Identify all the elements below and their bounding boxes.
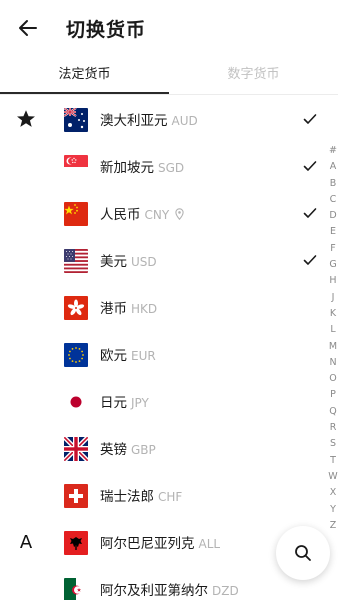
index-letter[interactable]: A bbox=[327, 159, 338, 175]
index-letter[interactable]: J bbox=[327, 290, 338, 306]
currency-row-jpy[interactable]: 日元 JPY bbox=[0, 378, 338, 425]
check-icon bbox=[303, 114, 317, 124]
currency-code: CHF bbox=[158, 490, 183, 504]
uk-flag-icon bbox=[64, 437, 88, 461]
currency-name: 阿尔巴尼亚列克 ALL bbox=[100, 536, 221, 552]
currency-name: 英镑 GBP bbox=[100, 442, 156, 458]
china-flag-icon bbox=[64, 202, 88, 226]
currency-name: 日元 JPY bbox=[100, 395, 149, 411]
index-letter[interactable]: R bbox=[327, 420, 338, 436]
header: 切换货币 bbox=[0, 0, 338, 56]
index-letter[interactable]: # bbox=[327, 143, 338, 159]
currency-code: CNY bbox=[144, 208, 170, 222]
tab-digital-currency[interactable]: 数字货币 bbox=[169, 58, 338, 94]
index-letter[interactable]: F bbox=[327, 241, 338, 257]
australia-flag-icon bbox=[64, 108, 88, 132]
index-letter[interactable]: M bbox=[327, 339, 338, 355]
currency-code: DZD bbox=[212, 584, 239, 598]
index-letter[interactable]: T bbox=[327, 453, 338, 469]
currency-code: SGD bbox=[158, 161, 185, 175]
check-icon bbox=[303, 208, 317, 218]
currency-code: JPY bbox=[131, 396, 149, 410]
currency-tabs: 法定货币 数字货币 bbox=[0, 58, 338, 96]
index-letter[interactable]: G bbox=[327, 257, 338, 273]
usa-flag-icon bbox=[64, 249, 88, 273]
currency-row-cny[interactable]: 人民币 CNY bbox=[0, 190, 338, 237]
index-letter[interactable]: Z bbox=[327, 518, 338, 534]
index-letter[interactable]: W bbox=[327, 469, 338, 485]
search-icon bbox=[295, 545, 311, 561]
section-letter: A bbox=[19, 532, 33, 553]
index-letter[interactable]: E bbox=[327, 224, 338, 240]
index-letter[interactable]: L bbox=[327, 322, 338, 338]
currency-row-chf[interactable]: 瑞士法郎 CHF bbox=[0, 472, 338, 519]
tab-fiat-currency[interactable]: 法定货币 bbox=[0, 58, 169, 94]
index-letter[interactable]: Y bbox=[327, 502, 338, 518]
currency-code: AUD bbox=[171, 114, 198, 128]
back-button[interactable] bbox=[14, 14, 42, 42]
algeria-flag-icon bbox=[64, 578, 88, 600]
singapore-flag-icon bbox=[64, 155, 88, 179]
currency-code: EUR bbox=[131, 349, 156, 363]
currency-name: 港币 HKD bbox=[100, 301, 158, 317]
switzerland-flag-icon bbox=[64, 484, 88, 508]
japan-flag-icon bbox=[64, 390, 88, 414]
currency-row-usd[interactable]: 美元 USD bbox=[0, 237, 338, 284]
index-letter[interactable]: C bbox=[327, 192, 338, 208]
currency-code: ALL bbox=[198, 537, 221, 551]
alphabet-index-bar[interactable]: # A B C D E F G H J K L M N O P Q R S T … bbox=[327, 143, 338, 534]
currency-code: HKD bbox=[131, 302, 158, 316]
currency-row-sgd[interactable]: 新加坡元 SGD bbox=[0, 143, 338, 190]
index-letter[interactable]: Q bbox=[327, 404, 338, 420]
index-letter[interactable]: X bbox=[327, 485, 338, 501]
currency-code: GBP bbox=[131, 443, 156, 457]
check-icon bbox=[303, 161, 317, 171]
favorites-section-mark bbox=[14, 108, 38, 132]
currency-name: 澳大利亚元 AUD bbox=[100, 113, 198, 129]
arrow-left-icon bbox=[19, 20, 37, 36]
index-letter[interactable]: H bbox=[327, 273, 338, 289]
hongkong-flag-icon bbox=[64, 296, 88, 320]
currency-code: USD bbox=[131, 255, 157, 269]
index-letter[interactable]: N bbox=[327, 355, 338, 371]
currency-name: 人民币 CNY bbox=[100, 203, 184, 223]
currency-name: 欧元 EUR bbox=[100, 348, 156, 364]
currency-name: 新加坡元 SGD bbox=[100, 160, 185, 176]
page-title: 切换货币 bbox=[66, 19, 147, 41]
currency-row-gbp[interactable]: 英镑 GBP bbox=[0, 425, 338, 472]
index-letter[interactable]: D bbox=[327, 208, 338, 224]
albania-flag-icon bbox=[64, 531, 88, 555]
currency-list[interactable]: 澳大利亚元 AUD 新加坡元 SGD 人民币 CNY 美元 USD 港币 HKD 欧元 EU bbox=[0, 96, 338, 600]
index-letter[interactable]: K bbox=[327, 306, 338, 322]
currency-row-hkd[interactable]: 港币 HKD bbox=[0, 284, 338, 331]
index-letter[interactable]: P bbox=[327, 387, 338, 403]
check-icon bbox=[303, 255, 317, 265]
currency-row-aud[interactable]: 澳大利亚元 AUD bbox=[0, 96, 338, 143]
star-icon bbox=[17, 110, 35, 127]
currency-row-eur[interactable]: 欧元 EUR bbox=[0, 331, 338, 378]
currency-name: 美元 USD bbox=[100, 254, 157, 270]
eu-flag-icon bbox=[64, 343, 88, 367]
currency-name: 阿尔及利亚第纳尔 DZD bbox=[100, 583, 239, 599]
tabs-divider bbox=[0, 94, 338, 95]
index-letter[interactable]: B bbox=[327, 176, 338, 192]
location-pin-icon bbox=[175, 208, 184, 220]
currency-name: 瑞士法郎 CHF bbox=[100, 489, 183, 505]
index-letter[interactable]: S bbox=[327, 436, 338, 452]
search-button[interactable] bbox=[276, 526, 330, 580]
index-letter[interactable]: O bbox=[327, 371, 338, 387]
